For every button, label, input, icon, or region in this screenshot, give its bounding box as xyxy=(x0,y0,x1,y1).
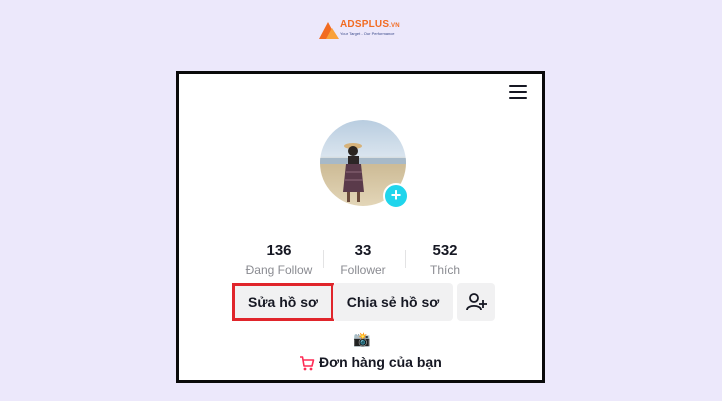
add-user-icon xyxy=(466,293,487,311)
stat-followers-label: Follower xyxy=(340,263,386,277)
brand-logo: ADSPLUS.VN Your Target - Our Performance xyxy=(318,18,408,40)
brand-mountain-icon xyxy=(319,22,339,39)
stat-following-label: Đang Follow xyxy=(245,263,313,277)
stat-likes[interactable]: 532 Thích xyxy=(405,242,485,278)
stat-likes-label: Thích xyxy=(429,263,460,277)
brand-name: ADSPLUS.VN xyxy=(340,19,400,30)
stat-followers-count: 33 xyxy=(354,242,372,259)
stat-following[interactable]: 136 Đang Follow xyxy=(239,242,319,278)
brand-tagline: Your Target - Our Performance xyxy=(340,31,395,36)
add-friend-button[interactable] xyxy=(457,283,495,321)
hamburger-menu-icon[interactable] xyxy=(509,85,527,99)
add-avatar-button[interactable]: + xyxy=(383,183,409,209)
profile-stats: 136 Đang Follow 33 Follower 532 Thích xyxy=(239,242,479,282)
stat-following-count: 136 xyxy=(266,242,292,259)
orders-link[interactable]: Đơn hàng của bạn xyxy=(299,352,442,372)
cart-icon xyxy=(300,356,315,371)
profile-frame: + 136 Đang Follow 33 Follower 532 Thích … xyxy=(176,71,545,383)
orders-label: Đơn hàng của bạn xyxy=(319,354,442,370)
camera-emoji: 📸 xyxy=(353,331,371,347)
edit-profile-button[interactable]: Sửa hồ sơ xyxy=(232,283,334,321)
share-profile-button[interactable]: Chia sẻ hồ sơ xyxy=(333,283,453,321)
stat-likes-count: 532 xyxy=(432,242,458,259)
stat-followers[interactable]: 33 Follower xyxy=(323,242,403,278)
plus-icon: + xyxy=(390,185,402,205)
